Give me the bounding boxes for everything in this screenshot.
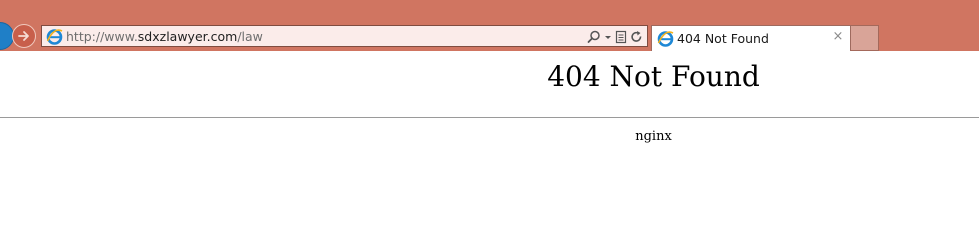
url-path: /law xyxy=(237,29,263,44)
forward-button[interactable] xyxy=(12,24,36,48)
arrow-right-icon xyxy=(18,31,29,41)
ie-logo-icon xyxy=(46,29,63,45)
url-prefix: http://www. xyxy=(66,29,138,44)
close-tab-icon[interactable]: × xyxy=(831,30,845,44)
compatibility-view-icon[interactable] xyxy=(615,30,627,44)
divider xyxy=(0,117,979,118)
tab-404-not-found[interactable]: 404 Not Found × xyxy=(651,25,851,51)
ie-logo-icon xyxy=(657,31,674,47)
dropdown-arrow-icon[interactable] xyxy=(604,30,612,44)
refresh-icon[interactable] xyxy=(630,30,643,44)
page-title: 404 Not Found xyxy=(547,60,760,93)
url-domain: sdxzlawyer.com xyxy=(137,29,238,44)
tab-title: 404 Not Found xyxy=(677,31,769,46)
new-tab-button[interactable] xyxy=(851,25,879,51)
search-icon[interactable] xyxy=(587,30,601,44)
address-bar-tools xyxy=(587,28,643,45)
browser-chrome: http://www.sdxzlawyer.com/law 404 Not Fo… xyxy=(0,0,979,51)
page-content: 404 Not Found nginx xyxy=(0,51,979,227)
server-signature: nginx xyxy=(635,129,672,144)
address-bar[interactable]: http://www.sdxzlawyer.com/law xyxy=(41,25,648,47)
url-text[interactable]: http://www.sdxzlawyer.com/law xyxy=(66,29,263,44)
